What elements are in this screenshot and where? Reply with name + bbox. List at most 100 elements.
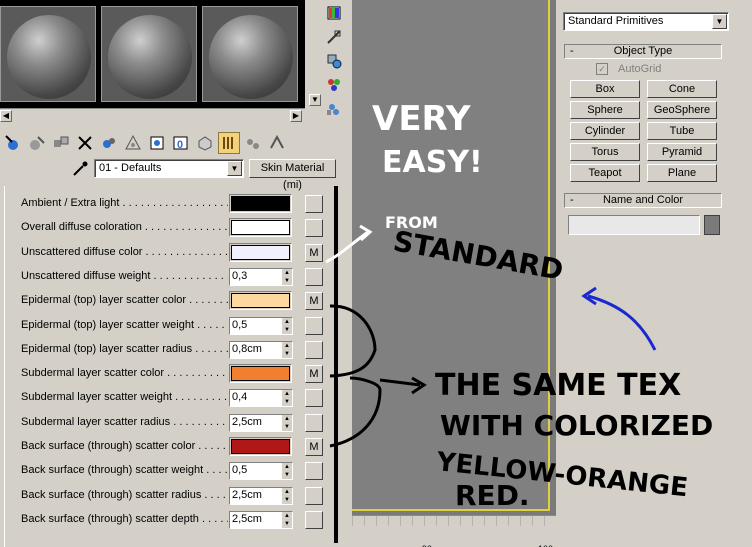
spinner-arrows-icon[interactable]: ▲ ▼ bbox=[282, 268, 292, 285]
backlight-icon[interactable] bbox=[322, 26, 346, 48]
object-color-swatch[interactable] bbox=[704, 215, 720, 235]
value-spinner[interactable]: 0,4 ▲ ▼ bbox=[229, 389, 293, 408]
color-swatch[interactable] bbox=[229, 364, 292, 384]
plane-button[interactable]: Plane bbox=[647, 164, 717, 182]
spinner-arrows-icon[interactable]: ▲ ▼ bbox=[282, 414, 292, 431]
parameter-row: Back surface (through) scatter depth . .… bbox=[0, 508, 352, 530]
map-button[interactable] bbox=[305, 267, 323, 286]
value-spinner[interactable]: 0,8cm ▲ ▼ bbox=[229, 340, 293, 359]
map-button[interactable] bbox=[305, 462, 323, 481]
collapse-toggle: - bbox=[570, 194, 574, 206]
torus-button[interactable]: Torus bbox=[570, 143, 640, 161]
object-category-select[interactable]: Standard Primitives ▼ bbox=[563, 12, 729, 31]
svg-text:0: 0 bbox=[177, 139, 183, 151]
go-forward-to-sibling-icon[interactable] bbox=[242, 132, 264, 154]
autogrid-checkbox[interactable]: ✓ bbox=[596, 63, 608, 75]
value-spinner[interactable]: 0,3 ▲ ▼ bbox=[229, 267, 293, 286]
material-name-row: 01 - Defaults ▼ Skin Material (mi) bbox=[0, 158, 352, 191]
spinner-value: 0,8cm bbox=[232, 342, 262, 355]
color-swatch[interactable] bbox=[229, 291, 292, 311]
spinner-arrows-icon[interactable]: ▲ ▼ bbox=[282, 487, 292, 504]
color-swatch[interactable] bbox=[229, 242, 292, 262]
pick-material-eyedropper-icon[interactable] bbox=[72, 161, 90, 177]
value-spinner[interactable]: 0,5 ▲ ▼ bbox=[229, 316, 293, 335]
map-button[interactable] bbox=[305, 316, 323, 335]
spinner-arrows-icon[interactable]: ▲ ▼ bbox=[282, 463, 292, 480]
color-swatch[interactable] bbox=[229, 194, 292, 213]
slots-horizontal-scrollbar[interactable]: ◀ ▶ bbox=[0, 108, 305, 122]
spinner-value: 0,5 bbox=[232, 464, 248, 477]
sample-uv-tiling-icon[interactable] bbox=[322, 50, 346, 72]
time-ruler[interactable]: 90 100 bbox=[352, 515, 556, 547]
map-button[interactable] bbox=[305, 510, 323, 529]
spinner-arrows-icon[interactable]: ▲ ▼ bbox=[282, 390, 292, 407]
scroll-left-arrow[interactable]: ◀ bbox=[0, 110, 12, 122]
cylinder-button[interactable]: Cylinder bbox=[570, 122, 640, 140]
material-type-button[interactable]: Skin Material (mi) bbox=[249, 159, 336, 191]
sample-slot-2[interactable] bbox=[101, 6, 197, 102]
sample-slot-3[interactable] bbox=[202, 6, 298, 102]
value-spinner[interactable]: 2,5cm ▲ ▼ bbox=[229, 486, 293, 505]
map-button[interactable] bbox=[305, 219, 323, 238]
put-to-library-icon[interactable] bbox=[122, 132, 144, 154]
color-swatch-fill bbox=[231, 439, 290, 454]
reset-map-icon[interactable] bbox=[74, 132, 96, 154]
parameter-label: Epidermal (top) layer scatter weight . .… bbox=[21, 318, 228, 331]
geosphere-button[interactable]: GeoSphere bbox=[647, 101, 717, 119]
make-unique-icon[interactable] bbox=[98, 132, 120, 154]
chevron-down-icon[interactable]: ▼ bbox=[712, 14, 727, 29]
parameters-scrollbar[interactable] bbox=[334, 186, 338, 543]
color-swatch[interactable] bbox=[229, 437, 292, 456]
sample-sphere bbox=[7, 15, 91, 99]
get-material-icon[interactable] bbox=[2, 132, 24, 154]
pyramid-button[interactable]: Pyramid bbox=[647, 143, 717, 161]
options-icon[interactable] bbox=[322, 98, 346, 120]
value-spinner[interactable]: 2,5cm ▲ ▼ bbox=[229, 510, 293, 529]
parameter-label: Subdermal layer scatter weight . . . . .… bbox=[21, 391, 228, 404]
assign-to-selection-icon[interactable] bbox=[50, 132, 72, 154]
put-to-scene-icon[interactable] bbox=[26, 132, 48, 154]
show-end-result-icon[interactable] bbox=[194, 132, 216, 154]
show-map-in-viewport-icon[interactable]: 0 bbox=[170, 132, 192, 154]
video-color-check-icon[interactable] bbox=[322, 74, 346, 96]
cone-button[interactable]: Cone bbox=[647, 80, 717, 98]
sample-slot-1[interactable] bbox=[0, 6, 96, 102]
slots-vertical-scrollbar[interactable]: ▼ bbox=[309, 0, 321, 122]
map-button[interactable]: M bbox=[305, 243, 323, 262]
map-button[interactable] bbox=[305, 486, 323, 505]
parameter-label: Subdermal layer scatter radius . . . . .… bbox=[21, 415, 228, 428]
go-to-parent-icon[interactable] bbox=[218, 132, 240, 154]
collapse-toggle: - bbox=[570, 45, 574, 57]
material-id-channel-icon[interactable] bbox=[146, 132, 168, 154]
chevron-down-icon[interactable]: ▼ bbox=[227, 161, 242, 176]
rollout-title: Name and Color bbox=[602, 194, 684, 206]
sphere-button[interactable]: Sphere bbox=[570, 101, 640, 119]
map-button[interactable] bbox=[305, 389, 323, 408]
value-spinner[interactable]: 0,5 ▲ ▼ bbox=[229, 462, 293, 481]
tube-button[interactable]: Tube bbox=[647, 122, 717, 140]
color-swatch[interactable] bbox=[229, 218, 292, 238]
viewport-canvas[interactable] bbox=[352, 0, 550, 511]
scroll-right-arrow[interactable]: ▶ bbox=[290, 110, 302, 122]
box-button[interactable]: Box bbox=[570, 80, 640, 98]
teapot-button[interactable]: Teapot bbox=[570, 164, 640, 182]
scroll-down-arrow[interactable]: ▼ bbox=[309, 94, 321, 106]
map-button[interactable]: M bbox=[305, 438, 323, 456]
map-button[interactable]: M bbox=[305, 292, 323, 311]
material-map-navigator-icon[interactable] bbox=[266, 132, 288, 154]
map-button[interactable]: M bbox=[305, 365, 323, 384]
object-type-rollout-header[interactable]: - Object Type bbox=[564, 44, 722, 59]
spinner-arrows-icon[interactable]: ▲ ▼ bbox=[282, 317, 292, 334]
rollout-title: Object Type bbox=[613, 45, 673, 57]
spinner-arrows-icon[interactable]: ▲ ▼ bbox=[282, 341, 292, 358]
spinner-arrows-icon[interactable]: ▲ ▼ bbox=[282, 511, 292, 528]
object-name-input[interactable] bbox=[568, 215, 700, 235]
material-name-combo[interactable]: 01 - Defaults ▼ bbox=[94, 159, 244, 178]
value-spinner[interactable]: 2,5cm ▲ ▼ bbox=[229, 413, 293, 432]
name-and-color-rollout-header[interactable]: - Name and Color bbox=[564, 193, 722, 208]
background-icon[interactable] bbox=[322, 2, 346, 24]
viewport[interactable]: 90 100 bbox=[352, 0, 556, 547]
map-button[interactable] bbox=[305, 340, 323, 359]
map-button[interactable] bbox=[305, 413, 323, 432]
map-button[interactable] bbox=[305, 195, 323, 213]
